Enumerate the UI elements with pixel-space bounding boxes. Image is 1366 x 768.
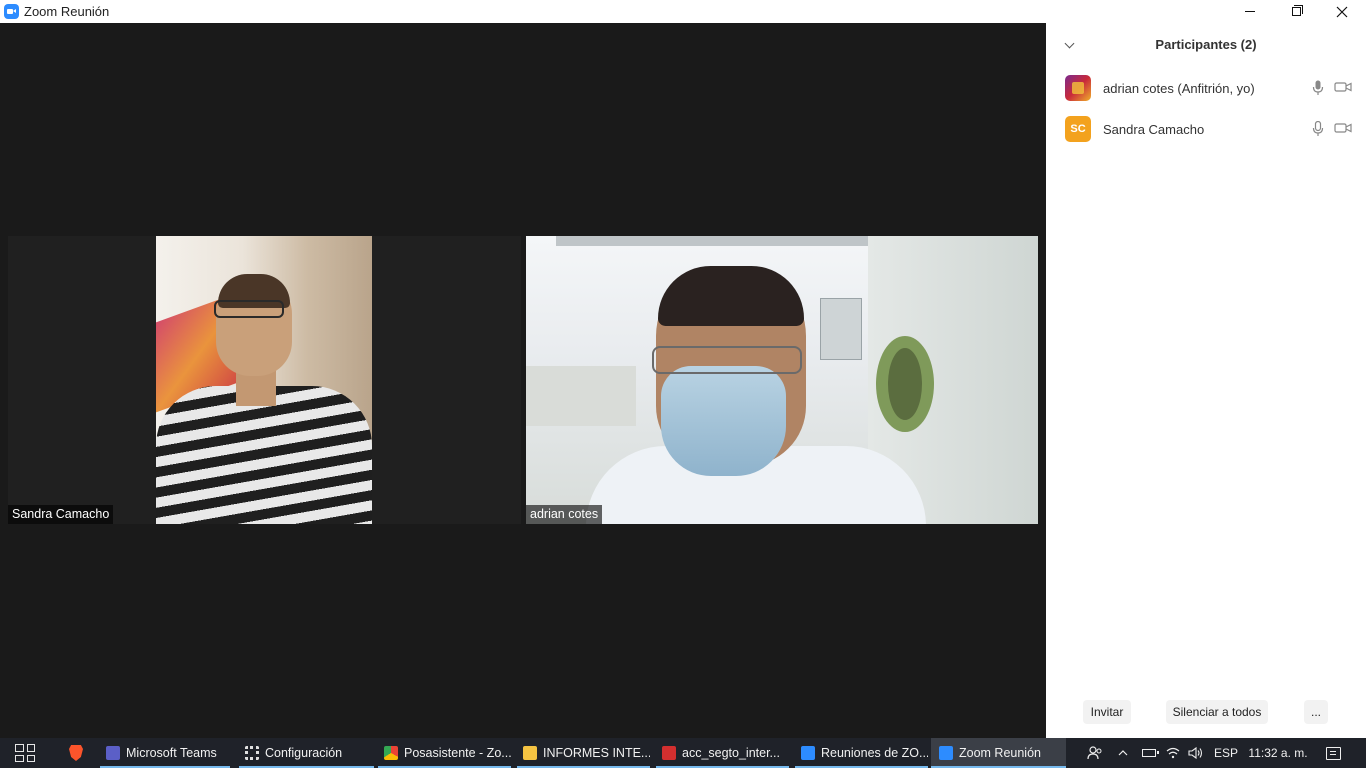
- taskbar-item-zoom-meetings[interactable]: Reuniones de ZO...: [795, 738, 928, 768]
- participants-panel: Participantes (2) adrian cotes (Anfitrió…: [1046, 23, 1366, 738]
- notification-icon: [1325, 746, 1341, 760]
- task-view-icon: [15, 744, 35, 762]
- taskbar-item-label: Configuración: [265, 746, 343, 760]
- panel-title: Participantes (2): [1155, 37, 1257, 52]
- pdf-icon: [662, 746, 676, 760]
- video-stage: Sandra Camacho adrian cotes: [0, 23, 1046, 738]
- taskbar-item-folder[interactable]: INFORMES INTE...: [517, 738, 650, 768]
- task-view-button[interactable]: [10, 738, 40, 768]
- avatar: SC: [1065, 116, 1091, 142]
- participant-row[interactable]: SC Sandra Camacho: [1046, 110, 1366, 150]
- battery-icon: [1142, 749, 1159, 757]
- participant-name-tag: Sandra Camacho: [8, 505, 114, 524]
- teams-icon: [106, 746, 120, 760]
- clock[interactable]: 11:32 a. m.: [1246, 738, 1310, 768]
- mute-all-button[interactable]: Silenciar a todos: [1166, 700, 1268, 724]
- participant-name-tag: adrian cotes: [526, 505, 603, 524]
- zoom-icon: [4, 4, 19, 19]
- restore-button[interactable]: [1273, 0, 1319, 23]
- panel-header: Participantes (2): [1046, 23, 1366, 68]
- network-button[interactable]: [1163, 738, 1183, 768]
- taskbar-item-label: Posasistente - Zo...: [404, 746, 511, 760]
- taskbar-item-label: Microsoft Teams: [126, 746, 217, 760]
- zoom-icon: [939, 746, 953, 760]
- video-tile-sandra[interactable]: Sandra Camacho: [8, 236, 521, 524]
- taskbar-item-pdf[interactable]: acc_segto_inter...: [656, 738, 789, 768]
- microphone-icon[interactable]: [1312, 121, 1324, 137]
- show-hidden-icons-button[interactable]: [1114, 738, 1132, 768]
- taskbar-item-brave[interactable]: [62, 738, 90, 768]
- title-bar: Zoom Reunión: [0, 0, 1366, 23]
- taskbar-item-chrome[interactable]: Posasistente - Zo...: [378, 738, 511, 768]
- folder-icon: [523, 746, 537, 760]
- video-camera-icon[interactable]: [1334, 121, 1352, 135]
- more-options-button[interactable]: ...: [1304, 700, 1328, 724]
- video-feed: [526, 236, 1038, 524]
- chevron-up-icon: [1118, 750, 1128, 756]
- speaker-icon: [1188, 747, 1203, 759]
- microphone-icon[interactable]: [1312, 80, 1324, 96]
- close-icon: [1336, 6, 1348, 17]
- video-feed: [156, 236, 372, 524]
- taskbar-item-teams[interactable]: Microsoft Teams: [100, 738, 230, 768]
- invite-button[interactable]: Invitar: [1083, 700, 1131, 724]
- taskbar-item-zoom-meeting[interactable]: Zoom Reunión: [931, 738, 1066, 768]
- volume-button[interactable]: [1186, 738, 1206, 768]
- notifications-button[interactable]: [1318, 738, 1348, 768]
- restore-icon: [1291, 5, 1303, 16]
- window-title: Zoom Reunión: [24, 4, 110, 19]
- taskbar-item-label: INFORMES INTE...: [543, 746, 650, 760]
- zoom-icon: [801, 746, 815, 760]
- minimize-icon: [1245, 11, 1255, 12]
- wifi-icon: [1166, 747, 1180, 759]
- taskbar-item-label: Reuniones de ZO...: [821, 746, 928, 760]
- taskbar: Microsoft Teams Configuración Posasisten…: [0, 738, 1366, 768]
- minimize-button[interactable]: [1227, 0, 1273, 23]
- video-camera-icon[interactable]: [1334, 80, 1352, 94]
- battery-button[interactable]: [1138, 738, 1160, 768]
- participant-name: adrian cotes (Anfitrión, yo): [1103, 81, 1255, 96]
- taskbar-item-label: acc_segto_inter...: [682, 746, 780, 760]
- gear-icon: [245, 746, 259, 760]
- close-button[interactable]: [1319, 0, 1365, 23]
- participant-row[interactable]: adrian cotes (Anfitrión, yo): [1046, 69, 1366, 109]
- chrome-icon: [384, 746, 398, 760]
- input-language[interactable]: ESP: [1213, 738, 1239, 768]
- people-icon: [1087, 746, 1102, 760]
- people-button[interactable]: [1084, 738, 1106, 768]
- taskbar-item-configuracion[interactable]: Configuración: [239, 738, 374, 768]
- taskbar-item-label: Zoom Reunión: [959, 746, 1041, 760]
- brave-icon: [69, 745, 83, 761]
- participant-name: Sandra Camacho: [1103, 122, 1205, 137]
- avatar: [1065, 75, 1091, 101]
- video-tile-adrian[interactable]: adrian cotes: [526, 236, 1038, 524]
